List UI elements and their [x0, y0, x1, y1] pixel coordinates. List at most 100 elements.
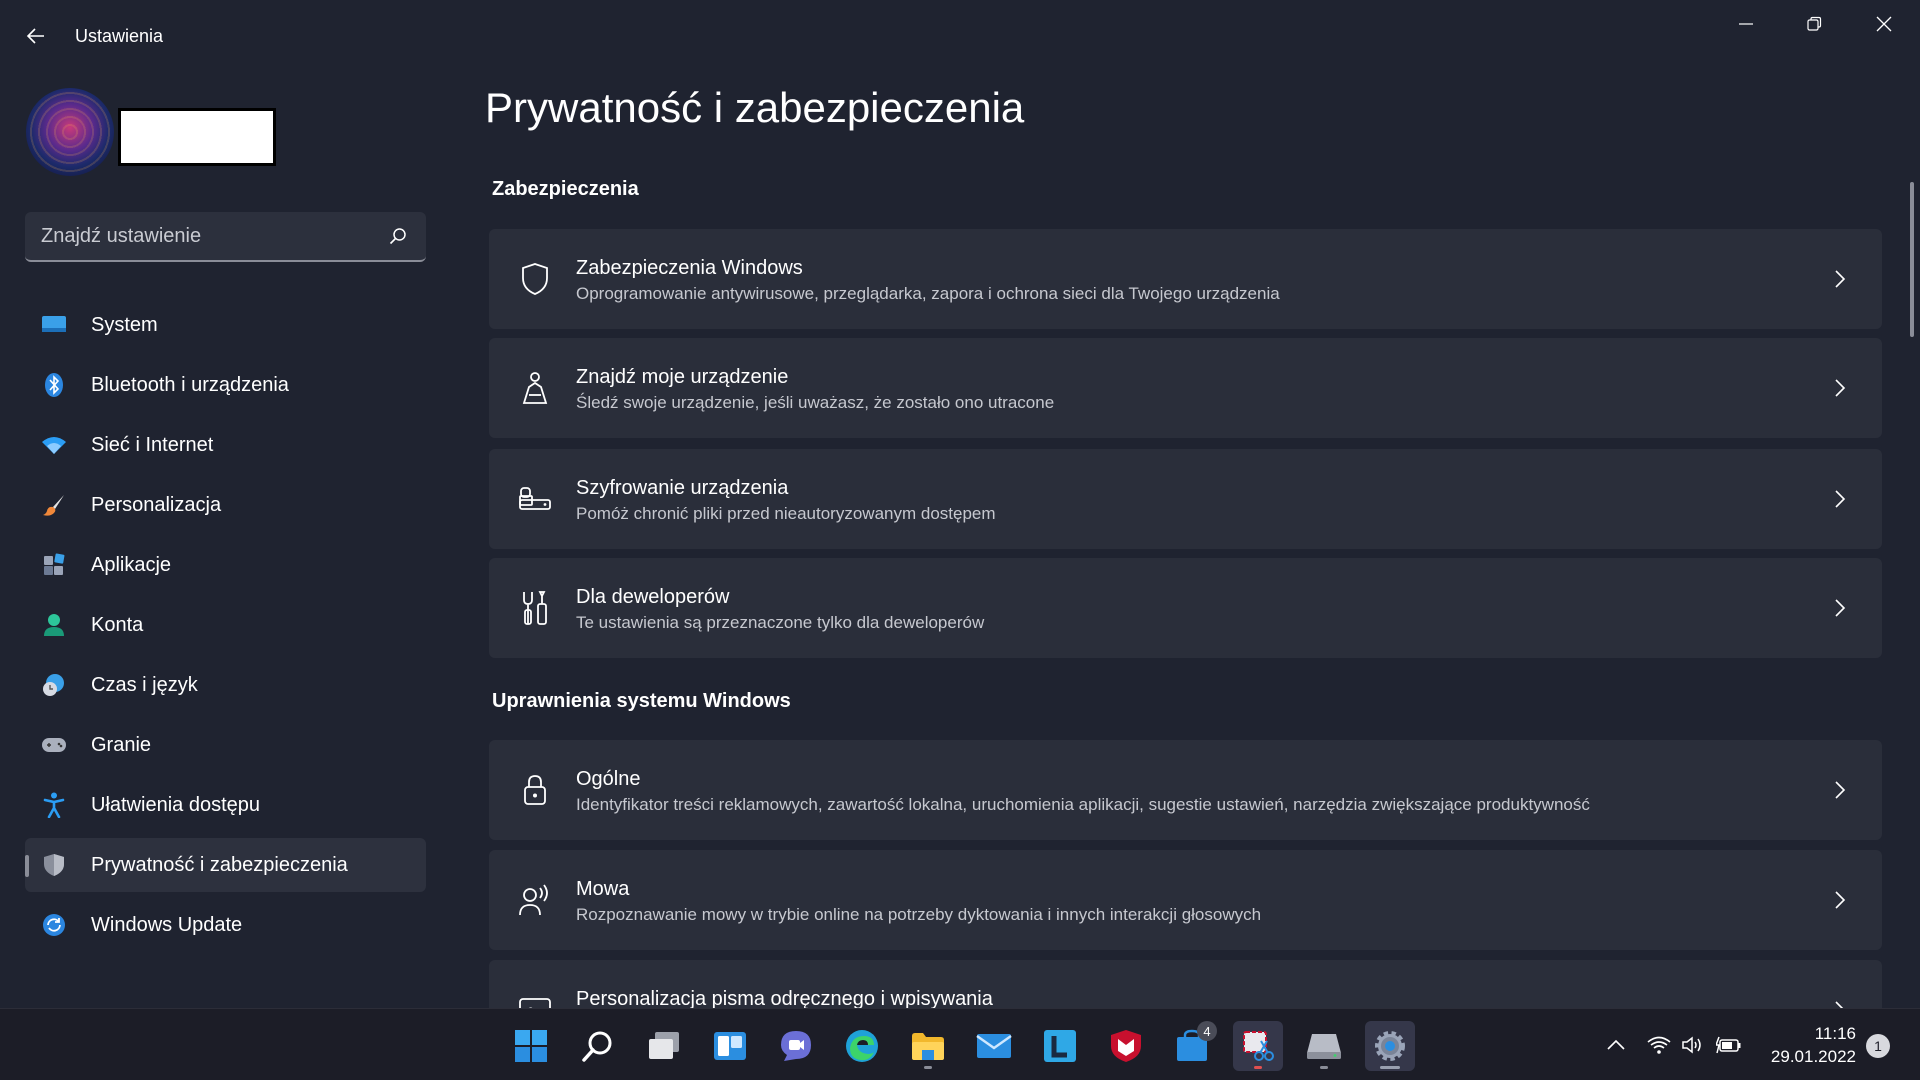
running-indicator [1320, 1066, 1328, 1069]
store-badge: 4 [1197, 1021, 1217, 1041]
search-input[interactable] [25, 224, 378, 248]
card-subtitle: Oprogramowanie antywirusowe, przeglądark… [576, 284, 1280, 303]
mcafee-button[interactable] [1101, 1021, 1151, 1071]
start-button[interactable] [506, 1021, 556, 1071]
card-find-my-device[interactable]: Znajdź moje urządzenie Śledź swoje urząd… [489, 338, 1882, 438]
minimize-button[interactable] [1712, 6, 1780, 42]
sidebar-item-apps[interactable]: Aplikacje [25, 538, 426, 592]
card-subtitle: Rozpoznawanie mowy w trybie online na po… [576, 905, 1262, 924]
windows-logo-icon [515, 1030, 547, 1062]
chevron-right-icon [1826, 886, 1854, 914]
card-general[interactable]: Ogólne Identyfikator treści reklamowych,… [489, 740, 1882, 840]
folder-icon [912, 1033, 944, 1060]
card-windows-security[interactable]: Zabezpieczenia Windows Oprogramowanie an… [489, 229, 1882, 329]
speech-person-icon [515, 880, 555, 920]
sidebar-item-label: Windows Update [91, 913, 243, 936]
card-title: Szyfrowanie urządzenia [576, 477, 789, 499]
system-display-icon [41, 312, 67, 338]
mcafee-shield-icon [1111, 1030, 1141, 1062]
chat-button[interactable] [771, 1021, 821, 1071]
sidebar-item-label: Czas i język [91, 673, 198, 696]
restore-button[interactable] [1780, 6, 1848, 42]
sidebar-item-system[interactable]: System [25, 298, 426, 352]
search-button[interactable] [573, 1021, 623, 1071]
clock-time: 11:16 [1814, 1024, 1856, 1043]
card-subtitle: Identyfikator treści reklamowych, zawart… [576, 795, 1590, 814]
card-subtitle: Śledź swoje urządzenie, jeśli uważasz, ż… [576, 393, 1055, 412]
user-avatar[interactable] [26, 88, 114, 176]
sidebar-item-time-language[interactable]: Czas i język [25, 658, 426, 712]
settings-search-box[interactable] [25, 212, 426, 262]
sidebar-item-windows-update[interactable]: Windows Update [25, 898, 426, 952]
snipping-tool-button[interactable] [1233, 1021, 1283, 1071]
sidebar-item-bluetooth[interactable]: Bluetooth i urządzenia [25, 358, 426, 412]
sidebar-item-accounts[interactable]: Konta [25, 598, 426, 652]
sidebar-item-personalization[interactable]: Personalizacja [25, 478, 426, 532]
search-icon[interactable] [378, 216, 418, 256]
title-bar: Ustawienia [0, 0, 1920, 72]
sidebar-item-label: Granie [91, 733, 152, 756]
letter-l-icon [1044, 1030, 1076, 1062]
sidebar-item-accessibility[interactable]: Ułatwienia dostępu [25, 778, 426, 832]
sidebar-item-label: System [91, 313, 158, 336]
sidebar-item-privacy-security[interactable]: Prywatność i zabezpieczenia [25, 838, 426, 892]
settings-gear-icon [1375, 1031, 1405, 1061]
sidebar-item-label: Ułatwienia dostępu [91, 793, 260, 816]
drive-icon [1307, 1034, 1341, 1059]
card-title: Dla deweloperów [576, 586, 730, 608]
developer-tools-icon [515, 588, 555, 628]
card-for-developers[interactable]: Dla deweloperów Te ustawienia są przezna… [489, 558, 1882, 658]
sidebar-item-gaming[interactable]: Granie [25, 718, 426, 772]
vertical-scrollbar[interactable] [1910, 182, 1914, 337]
card-speech[interactable]: Mowa Rozpoznawanie mowy w trybie online … [489, 850, 1882, 950]
sidebar-item-network[interactable]: Sieć i Internet [25, 418, 426, 472]
minimize-icon [1739, 23, 1753, 25]
close-button[interactable] [1850, 6, 1918, 42]
sidebar-item-label: Sieć i Internet [91, 433, 214, 456]
edge-browser-icon [846, 1030, 878, 1062]
snipping-tool-icon [1243, 1031, 1274, 1061]
drive-button[interactable] [1299, 1021, 1349, 1071]
edge-button[interactable] [837, 1021, 887, 1071]
volume-tray-button[interactable] [1677, 1027, 1709, 1063]
gamepad-icon [41, 732, 67, 758]
restore-icon [1807, 16, 1822, 31]
widgets-button[interactable] [705, 1021, 755, 1071]
shield-icon [515, 259, 555, 299]
page-title: Prywatność i zabezpieczenia [485, 84, 1025, 131]
card-title: Znajdź moje urządzenie [576, 366, 789, 388]
accessibility-icon [41, 792, 67, 818]
card-title: Ogólne [576, 768, 641, 790]
lock-icon [515, 770, 555, 810]
back-button[interactable] [18, 18, 54, 54]
clock[interactable]: 11:16 29.01.2022 [1752, 1022, 1856, 1068]
app-l-button[interactable] [1035, 1021, 1085, 1071]
card-title: Mowa [576, 878, 630, 900]
widgets-icon [714, 1032, 746, 1060]
card-device-encryption[interactable]: Szyfrowanie urządzenia Pomóż chronić pli… [489, 449, 1882, 549]
user-name-redacted [118, 108, 276, 166]
settings-button[interactable] [1365, 1021, 1415, 1071]
wifi-tray-button[interactable] [1643, 1027, 1675, 1063]
file-explorer-button[interactable] [903, 1021, 953, 1071]
volume-icon [1682, 1036, 1701, 1054]
find-device-person-icon [515, 368, 555, 408]
chevron-right-icon [1826, 594, 1854, 622]
running-indicator [1254, 1066, 1262, 1069]
section-title-windows-permissions: Uprawnienia systemu Windows [492, 690, 791, 712]
sidebar-nav: System Bluetooth i urządzenia Sieć i Int… [25, 298, 426, 958]
battery-tray-button[interactable] [1713, 1027, 1745, 1063]
sidebar-item-label: Personalizacja [91, 493, 222, 516]
sidebar-item-label: Bluetooth i urządzenia [91, 373, 289, 396]
sidebar-item-label: Konta [91, 613, 144, 636]
teams-chat-icon [781, 1031, 811, 1061]
paintbrush-icon [41, 492, 67, 518]
chevron-right-icon [1826, 485, 1854, 513]
store-button[interactable]: 4 [1167, 1021, 1217, 1071]
notification-count-badge[interactable]: 1 [1866, 1034, 1890, 1058]
encryption-lock-drive-icon [515, 479, 555, 519]
task-view-button[interactable] [639, 1021, 689, 1071]
taskbar: 4 11:16 29.01.2022 1 [0, 1008, 1920, 1080]
mail-button[interactable] [969, 1021, 1019, 1071]
show-hidden-icons-button[interactable] [1600, 1027, 1632, 1063]
